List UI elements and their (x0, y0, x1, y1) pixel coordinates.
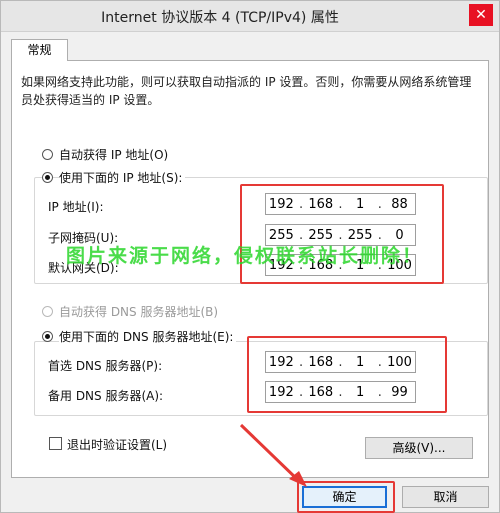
validate-checkbox[interactable] (49, 437, 62, 450)
auto-ip-label: 自动获得 IP 地址(O) (59, 148, 169, 162)
radio-auto-dns[interactable] (42, 306, 53, 317)
radio-manual-ip[interactable] (42, 172, 53, 183)
close-icon[interactable]: ✕ (469, 4, 493, 26)
pointer-arrow-icon (239, 423, 307, 487)
manual-ip-label: 使用下面的 IP 地址(S): (59, 169, 186, 186)
dns-highlight-box (247, 336, 447, 413)
watermark-text: 图片来源于网络，侵权联系站长删除！ (66, 245, 424, 267)
alternate-dns-label: 备用 DNS 服务器(A): (48, 389, 164, 403)
manual-dns-label: 使用下面的 DNS 服务器地址(E): (59, 328, 237, 345)
title-bar: Internet 协议版本 4 (TCP/IPv4) 属性 ✕ (1, 1, 499, 32)
auto-dns-label: 自动获得 DNS 服务器地址(B) (59, 305, 219, 319)
ip-address-label: IP 地址(I): (48, 200, 104, 214)
radio-auto-ip[interactable] (42, 149, 53, 160)
window-title: Internet 协议版本 4 (TCP/IPv4) 属性 (101, 10, 339, 26)
tab-general[interactable]: 常规 (11, 39, 68, 61)
tcpip-properties-dialog: Internet 协议版本 4 (TCP/IPv4) 属性 ✕ 常规 如果网络支… (0, 0, 500, 513)
radio-manual-dns[interactable] (42, 331, 53, 342)
validate-label: 退出时验证设置(L) (67, 438, 168, 452)
cancel-button[interactable]: 取消 (402, 486, 489, 508)
preferred-dns-label: 首选 DNS 服务器(P): (48, 359, 163, 373)
description-text: 如果网络支持此功能，则可以获取自动指派的 IP 设置。否则，你需要从网络系统管理… (21, 75, 472, 107)
advanced-button[interactable]: 高级(V)... (365, 437, 473, 459)
ip-highlight-box (240, 184, 444, 284)
